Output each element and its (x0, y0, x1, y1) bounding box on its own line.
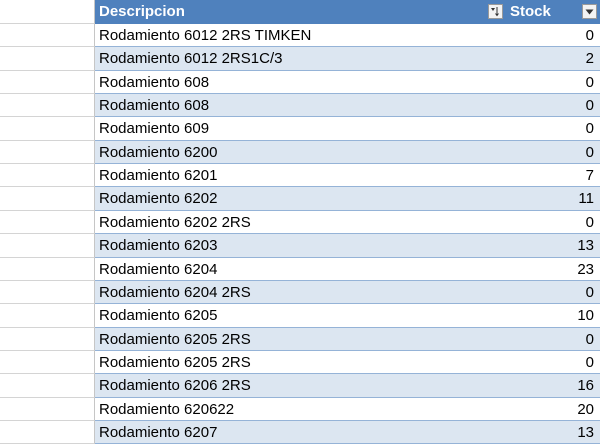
cell-descripcion[interactable]: Rodamiento 608 (95, 94, 506, 117)
cell-stock[interactable]: 20 (506, 398, 600, 421)
cell-descripcion[interactable]: Rodamiento 609 (95, 117, 506, 141)
cell-stock[interactable]: 23 (506, 258, 600, 281)
table-row: Rodamiento 6202 11 (0, 187, 600, 211)
cell-column-a[interactable] (0, 351, 95, 374)
cell-descripcion[interactable]: Rodamiento 6202 (95, 187, 506, 211)
cell-stock[interactable]: 0 (506, 24, 600, 47)
cell-descripcion[interactable]: Rodamiento 6203 (95, 234, 506, 258)
table-row: Rodamiento 6012 2RS1C/3 2 (0, 47, 600, 71)
cell-descripcion[interactable]: Rodamiento 6205 (95, 304, 506, 328)
table-row: Rodamiento 6204 23 (0, 258, 600, 281)
table-row: Rodamiento 6207 13 (0, 421, 600, 444)
cell-column-a[interactable] (0, 0, 95, 24)
cell-column-a[interactable] (0, 94, 95, 117)
cell-descripcion[interactable]: Rodamiento 6207 (95, 421, 506, 444)
cell-descripcion[interactable]: Rodamiento 6202 2RS (95, 211, 506, 234)
table-row: Rodamiento 6012 2RS TIMKEN 0 (0, 24, 600, 47)
table-row: Rodamiento 6205 2RS 0 (0, 328, 600, 351)
cell-descripcion[interactable]: Rodamiento 6204 (95, 258, 506, 281)
header-descripcion-label: Descripcion (99, 3, 185, 20)
cell-descripcion[interactable]: Rodamiento 620622 (95, 398, 506, 421)
cell-column-a[interactable] (0, 24, 95, 47)
cell-stock[interactable]: 0 (506, 141, 600, 164)
header-stock[interactable]: Stock (506, 0, 600, 24)
cell-column-a[interactable] (0, 421, 95, 444)
cell-stock[interactable]: 16 (506, 374, 600, 398)
cell-column-a[interactable] (0, 234, 95, 258)
cell-stock[interactable]: 13 (506, 234, 600, 258)
cell-column-a[interactable] (0, 47, 95, 71)
cell-column-a[interactable] (0, 304, 95, 328)
cell-stock[interactable]: 13 (506, 421, 600, 444)
cell-stock[interactable]: 0 (506, 71, 600, 94)
cell-descripcion[interactable]: Rodamiento 6205 2RS (95, 328, 506, 351)
cell-column-a[interactable] (0, 141, 95, 164)
header-descripcion[interactable]: Descripcion (95, 0, 506, 24)
cell-descripcion[interactable]: Rodamiento 6201 (95, 164, 506, 187)
table-row: Rodamiento 6206 2RS 16 (0, 374, 600, 398)
table-row: Rodamiento 6200 0 (0, 141, 600, 164)
cell-column-a[interactable] (0, 328, 95, 351)
table-header-row: Descripcion Stock (0, 0, 600, 24)
cell-descripcion[interactable]: Rodamiento 6206 2RS (95, 374, 506, 398)
table-row: Rodamiento 608 0 (0, 71, 600, 94)
table-row: Rodamiento 608 0 (0, 94, 600, 117)
table-row: Rodamiento 6201 7 (0, 164, 600, 187)
cell-stock[interactable]: 0 (506, 328, 600, 351)
cell-column-a[interactable] (0, 258, 95, 281)
header-stock-label: Stock (510, 3, 551, 20)
table-row: Rodamiento 609 0 (0, 117, 600, 141)
spreadsheet: Descripcion Stock Rodamiento 6012 2RS TI… (0, 0, 600, 444)
cell-stock[interactable]: 0 (506, 117, 600, 141)
cell-stock[interactable]: 0 (506, 211, 600, 234)
cell-column-a[interactable] (0, 187, 95, 211)
cell-descripcion[interactable]: Rodamiento 6205 2RS (95, 351, 506, 374)
cell-column-a[interactable] (0, 211, 95, 234)
cell-descripcion[interactable]: Rodamiento 6012 2RS1C/3 (95, 47, 506, 71)
cell-descripcion[interactable]: Rodamiento 6012 2RS TIMKEN (95, 24, 506, 47)
cell-column-a[interactable] (0, 71, 95, 94)
cell-stock[interactable]: 7 (506, 164, 600, 187)
cell-stock[interactable]: 10 (506, 304, 600, 328)
cell-stock[interactable]: 11 (506, 187, 600, 211)
table-row: Rodamiento 6202 2RS 0 (0, 211, 600, 234)
cell-stock[interactable]: 0 (506, 94, 600, 117)
table-row: Rodamiento 6205 10 (0, 304, 600, 328)
table-row: Rodamiento 6204 2RS 0 (0, 281, 600, 304)
cell-descripcion[interactable]: Rodamiento 608 (95, 71, 506, 94)
sort-filter-icon[interactable] (488, 4, 503, 19)
table-row: Rodamiento 6203 13 (0, 234, 600, 258)
table-row: Rodamiento 6205 2RS 0 (0, 351, 600, 374)
cell-column-a[interactable] (0, 374, 95, 398)
table-row: Rodamiento 620622 20 (0, 398, 600, 421)
cell-stock[interactable]: 0 (506, 351, 600, 374)
cell-descripcion[interactable]: Rodamiento 6204 2RS (95, 281, 506, 304)
cell-column-a[interactable] (0, 164, 95, 187)
cell-column-a[interactable] (0, 398, 95, 421)
cell-stock[interactable]: 2 (506, 47, 600, 71)
cell-column-a[interactable] (0, 117, 95, 141)
cell-descripcion[interactable]: Rodamiento 6200 (95, 141, 506, 164)
cell-stock[interactable]: 0 (506, 281, 600, 304)
cell-column-a[interactable] (0, 281, 95, 304)
filter-dropdown-icon[interactable] (582, 4, 597, 19)
